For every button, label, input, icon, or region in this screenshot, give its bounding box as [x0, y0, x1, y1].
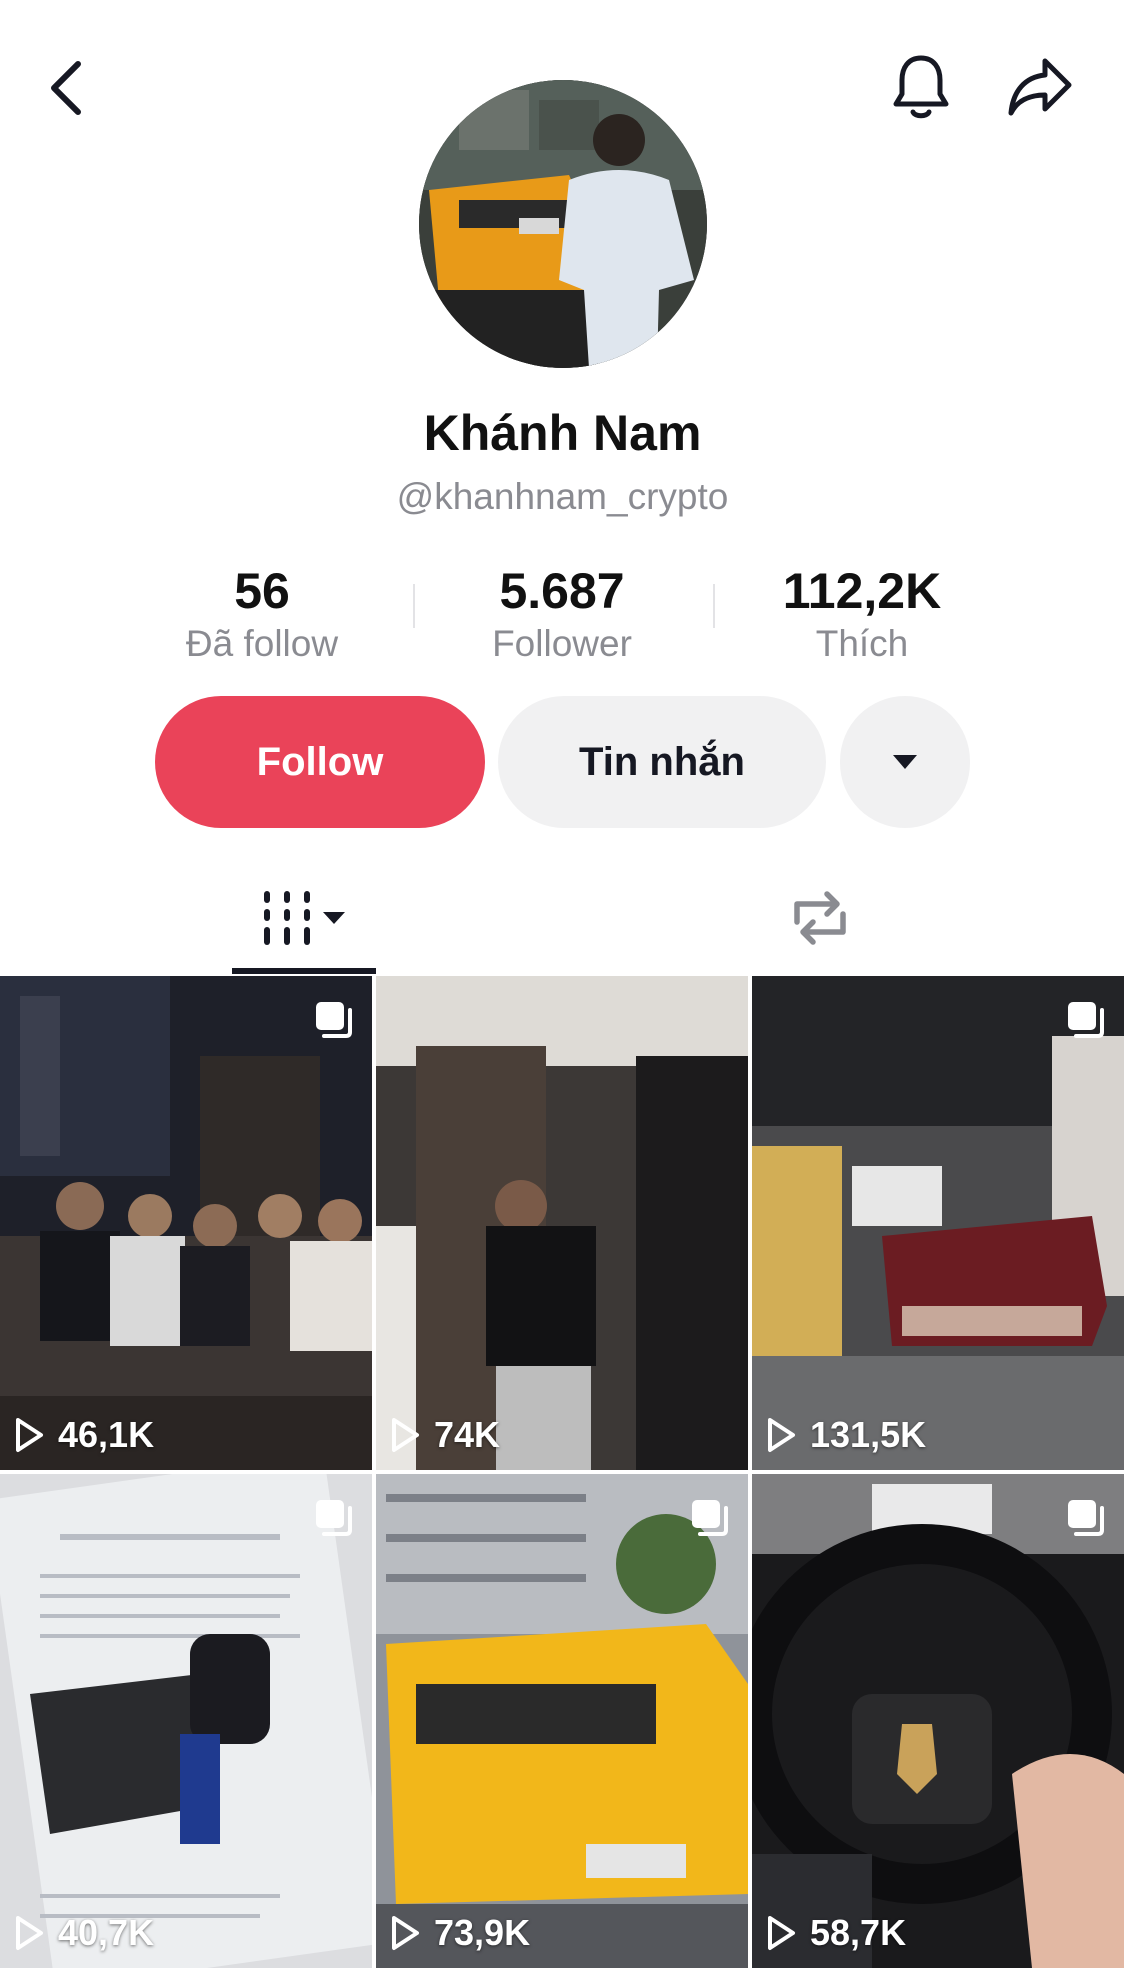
share-arrow-icon: [1008, 58, 1072, 116]
video-thumbnail[interactable]: 46,1K: [0, 976, 372, 1470]
chevron-left-icon: [51, 61, 81, 115]
video-thumbnail-image: [752, 976, 1124, 1470]
play-icon: [16, 1418, 43, 1452]
stat-divider: [713, 584, 715, 628]
display-name: Khánh Nam: [423, 405, 702, 461]
video-thumbnail-image: [376, 976, 748, 1470]
video-thumbnail-image: [0, 976, 372, 1470]
video-grid-icon: [264, 891, 345, 945]
username: @khanhnam_crypto: [396, 476, 729, 517]
active-tab-indicator: [232, 968, 376, 974]
stat-following[interactable]: 56 Đã follow: [142, 560, 382, 666]
notifications-button[interactable]: [880, 46, 962, 128]
play-icon: [768, 1418, 795, 1452]
stat-divider: [413, 584, 415, 628]
view-count-text: 74K: [434, 1414, 501, 1455]
play-icon: [768, 1916, 795, 1950]
video-thumbnail[interactable]: 74K: [376, 976, 748, 1470]
video-thumbnail[interactable]: 73,9K: [376, 1474, 748, 1968]
stat-likes-label: Thích: [815, 623, 909, 664]
view-count: 73,9K: [390, 1912, 530, 1954]
video-thumbnail-image: [376, 1474, 748, 1968]
back-button[interactable]: [36, 50, 96, 126]
repost-icon: [794, 891, 846, 945]
video-grid: 46,1K 74K 131,5K 40,7K 73,9K 58,7K: [0, 976, 1125, 1975]
message-button[interactable]: Tin nhắn: [498, 696, 826, 828]
more-options-button[interactable]: [840, 696, 970, 828]
view-count: 46,1K: [14, 1414, 154, 1456]
stat-followers-label: Follower: [492, 623, 632, 664]
avatar-image: [419, 80, 707, 368]
photo-stack-icon: [316, 1002, 352, 1038]
caret-down-icon: [893, 755, 917, 769]
play-icon: [392, 1916, 419, 1950]
play-icon: [392, 1418, 419, 1452]
view-count-text: 131,5K: [810, 1414, 927, 1455]
view-count-text: 46,1K: [58, 1414, 155, 1455]
play-icon: [16, 1916, 43, 1950]
photo-stack-icon: [692, 1500, 728, 1536]
stat-following-value: 56: [234, 563, 290, 619]
avatar[interactable]: [419, 80, 707, 368]
video-thumbnail[interactable]: 58,7K: [752, 1474, 1124, 1968]
video-thumbnail-image: [752, 1474, 1124, 1968]
stat-likes[interactable]: 112,2K Thích: [742, 560, 982, 666]
view-count-text: 73,9K: [434, 1912, 531, 1953]
photo-stack-icon: [316, 1500, 352, 1536]
view-count-text: 40,7K: [58, 1912, 155, 1953]
video-thumbnail-image: [0, 1474, 372, 1968]
view-count: 74K: [390, 1414, 500, 1456]
stat-followers[interactable]: 5.687 Follower: [442, 560, 682, 666]
video-thumbnail[interactable]: 40,7K: [0, 1474, 372, 1968]
tab-reposts[interactable]: [760, 860, 880, 976]
bell-icon: [893, 55, 949, 119]
follow-button[interactable]: Follow: [155, 696, 485, 828]
view-count: 131,5K: [766, 1414, 926, 1456]
stat-following-label: Đã follow: [185, 623, 339, 664]
photo-stack-icon: [1068, 1500, 1104, 1536]
share-button[interactable]: [996, 46, 1084, 128]
stat-followers-value: 5.687: [499, 563, 625, 619]
content-tabs: [0, 860, 1125, 976]
view-count-text: 58,7K: [810, 1912, 907, 1953]
profile-actions: Follow Tin nhắn: [0, 696, 1125, 828]
video-thumbnail[interactable]: 131,5K: [752, 976, 1124, 1470]
photo-stack-icon: [1068, 1002, 1104, 1038]
view-count: 58,7K: [766, 1912, 906, 1954]
stat-likes-value: 112,2K: [782, 563, 942, 619]
view-count: 40,7K: [14, 1912, 154, 1954]
tab-videos[interactable]: [232, 860, 376, 976]
profile-stats: 56 Đã follow 5.687 Follower 112,2K Thích: [142, 560, 982, 670]
